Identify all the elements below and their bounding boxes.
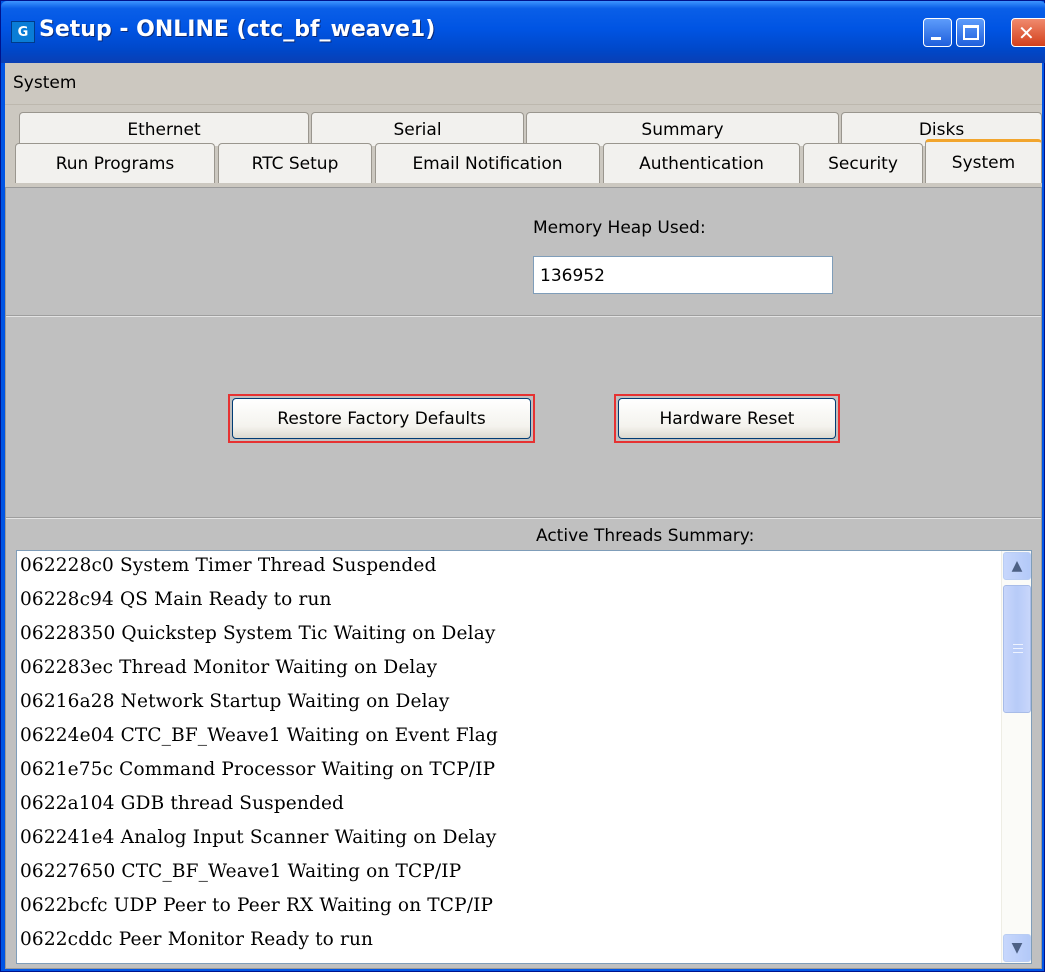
list-item[interactable]: 0622cddc Peer Monitor Ready to run — [20, 929, 373, 950]
list-item[interactable]: 06228350 Quickstep System Tic Waiting on… — [20, 623, 496, 644]
tab-run-programs[interactable]: Run Programs — [15, 143, 215, 183]
tab-security[interactable]: Security — [803, 143, 923, 183]
close-icon: ✕ — [1018, 21, 1035, 45]
list-item[interactable]: 06228c94 QS Main Ready to run — [20, 589, 332, 610]
tab-ethernet[interactable]: Ethernet — [19, 112, 309, 146]
window-title: Setup - ONLINE (ctc_bf_weave1) — [39, 17, 436, 42]
setup-window: G Setup - ONLINE (ctc_bf_weave1) ✕ Syste… — [0, 0, 1045, 972]
tab-label: Disks — [918, 119, 965, 140]
scroll-up-icon[interactable]: ▲ — [1003, 552, 1031, 580]
tab-strip: Ethernet Serial Summary Disks Run Progra… — [5, 105, 1042, 187]
list-item[interactable]: 062283ec Thread Monitor Waiting on Delay — [20, 657, 437, 678]
tab-label: Authentication — [639, 153, 764, 174]
menu-system[interactable]: System — [13, 73, 76, 93]
list-item[interactable]: 0622a104 GDB thread Suspended — [20, 793, 344, 814]
tab-label: Security — [828, 153, 898, 174]
list-item[interactable]: 062228c0 System Timer Thread Suspended — [20, 555, 436, 576]
title-bar[interactable]: G Setup - ONLINE (ctc_bf_weave1) ✕ — [1, 1, 1045, 63]
hardware-reset-button[interactable]: Hardware Reset — [618, 398, 836, 439]
app-icon[interactable]: G — [11, 21, 35, 43]
threads-list[interactable]: 062228c0 System Timer Thread Suspended 0… — [16, 550, 1032, 964]
reset-button-focus-outline: Hardware Reset — [614, 394, 840, 443]
list-item[interactable]: 06216a28 Network Startup Waiting on Dela… — [20, 691, 449, 712]
system-panel: Memory Heap Used: 136952 Restore Factory… — [5, 187, 1042, 969]
scroll-down-icon[interactable]: ▼ — [1003, 934, 1031, 962]
tab-system[interactable]: System — [925, 139, 1042, 183]
scrollbar-thumb[interactable] — [1003, 585, 1031, 713]
tab-label: Run Programs — [55, 153, 175, 174]
tab-rtc-setup[interactable]: RTC Setup — [218, 143, 372, 183]
memory-heap-label: Memory Heap Used: — [533, 218, 706, 238]
minimize-button[interactable] — [923, 18, 952, 47]
tab-label: Summary — [641, 119, 724, 140]
memory-section: Memory Heap Used: 136952 — [6, 188, 1041, 317]
grip-icon — [1013, 644, 1023, 653]
tab-label: RTC Setup — [251, 153, 339, 174]
tab-label: System — [951, 152, 1016, 173]
maximize-button[interactable] — [956, 18, 985, 47]
minimize-icon — [931, 37, 941, 40]
restore-button-focus-outline: Restore Factory Defaults — [228, 394, 535, 443]
menu-bar: System — [5, 63, 1042, 105]
list-item[interactable]: 06224e04 CTC_BF_Weave1 Waiting on Event … — [20, 725, 498, 746]
tab-label: Ethernet — [127, 119, 201, 140]
restore-factory-defaults-button[interactable]: Restore Factory Defaults — [232, 398, 531, 439]
active-threads-label: Active Threads Summary: — [536, 526, 755, 546]
memory-heap-field[interactable]: 136952 — [533, 256, 833, 294]
app-icon-glyph: G — [17, 24, 29, 40]
list-item[interactable]: 0621e75c Command Processor Waiting on TC… — [20, 759, 495, 780]
list-item[interactable]: 0622bcfc UDP Peer to Peer RX Waiting on … — [20, 895, 493, 916]
tab-serial[interactable]: Serial — [311, 112, 524, 146]
tab-email-notification[interactable]: Email Notification — [375, 143, 600, 183]
vertical-scrollbar[interactable]: ▲ ▼ — [1001, 551, 1031, 963]
tab-label: Serial — [393, 119, 442, 140]
maximize-icon — [963, 25, 979, 40]
close-button[interactable]: ✕ — [1011, 18, 1045, 47]
list-item[interactable]: 062241e4 Analog Input Scanner Waiting on… — [20, 827, 497, 848]
tab-label: Email Notification — [412, 153, 563, 174]
list-item[interactable]: 06227650 CTC_BF_Weave1 Waiting on TCP/IP — [20, 861, 461, 882]
tab-authentication[interactable]: Authentication — [603, 143, 800, 183]
actions-section: Restore Factory Defaults Hardware Reset — [6, 318, 1041, 519]
tab-summary[interactable]: Summary — [526, 112, 839, 146]
